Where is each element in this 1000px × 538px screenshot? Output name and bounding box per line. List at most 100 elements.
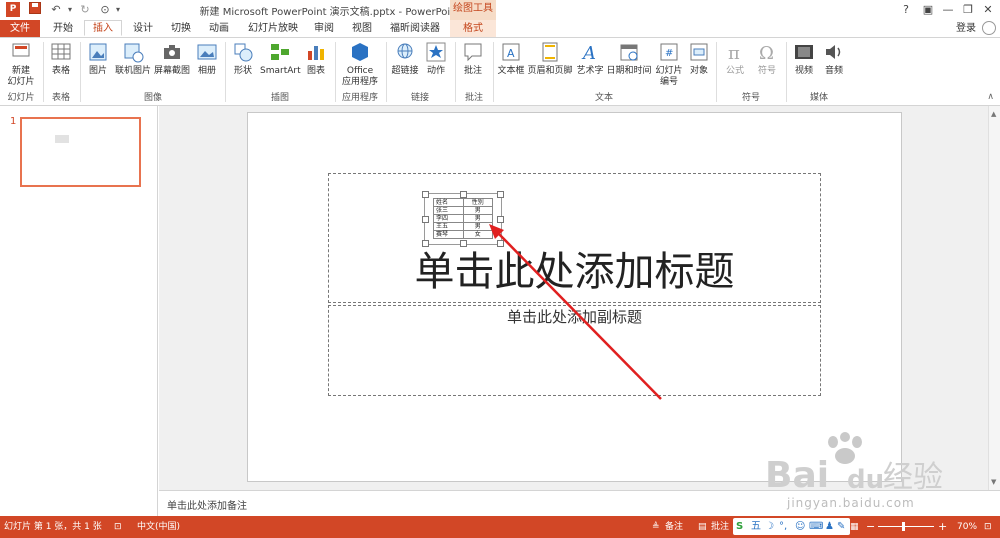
account-avatar[interactable]: [982, 21, 996, 35]
group-label-slides: 幻灯片: [7, 93, 35, 103]
ime-keyboard-icon[interactable]: ⌨: [809, 518, 823, 535]
chart-button[interactable]: 图表: [302, 41, 330, 77]
equation-button[interactable]: π 公式: [720, 41, 750, 77]
group-label-comments: 批注: [464, 93, 483, 103]
new-slide-button[interactable]: 新建 幻灯片: [4, 41, 38, 88]
ime-tools-icon[interactable]: ✎: [837, 518, 845, 535]
smartart-button[interactable]: SmartArt: [260, 41, 301, 77]
restore-button[interactable]: ❐: [958, 2, 978, 18]
ime-moon-icon[interactable]: ☽: [765, 518, 774, 535]
zoom-out-button[interactable]: −: [866, 516, 875, 538]
sign-in-link[interactable]: 登录: [956, 20, 976, 37]
photo-album-button[interactable]: 相册: [192, 41, 222, 77]
calendar-icon: [620, 44, 638, 61]
divider: [786, 42, 787, 102]
annotation-arrow: [489, 224, 662, 400]
group-label-links: 链接: [410, 93, 429, 103]
notes-toggle-button[interactable]: 备注: [665, 516, 683, 538]
ime-logo-icon[interactable]: S: [736, 518, 743, 535]
group-label-symbols: 符号: [741, 93, 760, 103]
object-button[interactable]: 对象: [686, 41, 712, 77]
audio-button[interactable]: 音频: [820, 41, 848, 77]
scroll-up-icon[interactable]: ▲: [991, 110, 996, 118]
tab-view[interactable]: 视图: [346, 20, 378, 37]
photo-album-icon: [197, 44, 217, 60]
tab-home[interactable]: 开始: [46, 20, 80, 37]
slide-sorter-icon[interactable]: ▦: [850, 516, 859, 538]
notes-placeholder: 单击此处添加备注: [167, 501, 247, 512]
tab-foxit-reader[interactable]: 福昕阅读器: [384, 20, 446, 37]
slide-thumbnail-panel: 1: [0, 106, 158, 516]
svg-text:A: A: [507, 47, 515, 60]
slide-number-button[interactable]: # 幻灯片 编号: [654, 41, 684, 88]
tab-animations[interactable]: 动画: [202, 20, 236, 37]
ribbon: 新建 幻灯片 幻灯片 表格 表格 图片 联机图片 屏幕截图 相册 图像 形状 S…: [0, 37, 1000, 106]
textbox-button[interactable]: A 文本框: [496, 41, 526, 77]
watermark-cn: 经验: [883, 460, 943, 495]
screenshot-button[interactable]: 屏幕截图: [154, 41, 190, 77]
hyperlink-button[interactable]: 超链接: [390, 41, 420, 77]
office-apps-button[interactable]: Office 应用程序: [338, 41, 382, 88]
watermark-brand: Bai: [765, 455, 830, 496]
ime-smile-icon[interactable]: ☺: [795, 518, 805, 535]
tab-review[interactable]: 审阅: [308, 20, 340, 37]
zoom-slider[interactable]: [878, 526, 934, 527]
status-bar: 幻灯片 第 1 张，共 1 张 ⊡ 中文(中国) ≜ 备注 ▤ 批注 S 五 ☽…: [0, 516, 1000, 538]
vertical-scrollbar[interactable]: ▲ ▼: [988, 106, 1000, 490]
collapse-ribbon-icon[interactable]: ∧: [987, 92, 994, 102]
context-group-label: 绘图工具: [450, 0, 496, 20]
group-label-images: 图像: [143, 93, 162, 103]
ime-user-icon[interactable]: ♟: [825, 518, 834, 535]
tab-file[interactable]: 文件: [0, 20, 40, 37]
group-label-illustrations: 插图: [270, 93, 289, 103]
svg-text:π: π: [728, 43, 740, 63]
comments-toggle-icon[interactable]: ▤: [698, 516, 707, 538]
close-button[interactable]: ✕: [978, 2, 998, 18]
wordart-icon: A: [581, 43, 596, 63]
smartart-icon: [271, 44, 289, 60]
help-button[interactable]: ?: [896, 2, 916, 18]
scroll-down-icon[interactable]: ▼: [991, 478, 996, 486]
watermark-url: jingyan.baidu.com: [787, 496, 915, 510]
table-button[interactable]: 表格: [46, 41, 76, 77]
video-button[interactable]: 视频: [790, 41, 818, 77]
object-icon: [690, 43, 708, 61]
shapes-button[interactable]: 形状: [228, 41, 258, 77]
fit-slide-icon[interactable]: ⊡: [984, 516, 992, 538]
slide-editing-area: 单击此处添加标题 单击此处添加副标题 姓名 性别 张三 男 李四 男 王五 男 …: [159, 106, 1000, 490]
language-indicator[interactable]: 中文(中国): [137, 516, 180, 538]
symbol-button[interactable]: Ω 符号: [752, 41, 782, 77]
shapes-icon: [234, 43, 253, 62]
new-slide-icon: [12, 43, 30, 57]
svg-text:#: #: [665, 48, 673, 59]
notes-toggle-icon[interactable]: ≜: [652, 516, 660, 538]
comments-toggle-button[interactable]: 批注: [711, 516, 729, 538]
ime-mode-icon[interactable]: 五: [751, 518, 761, 535]
tab-transitions[interactable]: 切换: [164, 20, 198, 37]
ime-punct-icon[interactable]: °,: [779, 518, 787, 535]
svg-text:A: A: [581, 43, 596, 63]
input-method-toolbar[interactable]: S 五 ☽ °, ☺ ⌨ ♟ ✎: [733, 518, 850, 535]
slide-thumbnail[interactable]: [20, 117, 141, 187]
slide-info: 幻灯片 第 1 张，共 1 张: [4, 522, 102, 532]
zoom-slider-thumb[interactable]: [902, 522, 905, 531]
svg-text:Ω: Ω: [759, 43, 774, 63]
comment-button[interactable]: 批注: [458, 41, 488, 77]
date-time-button[interactable]: 日期和时间: [606, 41, 652, 77]
zoom-level[interactable]: 70%: [957, 516, 977, 538]
pictures-button[interactable]: 图片: [84, 41, 112, 77]
ribbon-tabs: 文件 开始 插入 设计 切换 动画 幻灯片放映 审阅 视图 福昕阅读器 格式 登…: [0, 20, 1000, 37]
minimize-button[interactable]: —: [938, 2, 958, 18]
tab-insert[interactable]: 插入: [84, 20, 122, 36]
header-footer-button[interactable]: 页眉和页脚: [527, 41, 573, 77]
tab-format[interactable]: 格式: [450, 20, 496, 37]
action-button[interactable]: 动作: [422, 41, 450, 77]
wordart-button[interactable]: A 艺术字: [575, 41, 605, 77]
online-pictures-button[interactable]: 联机图片: [114, 41, 152, 77]
spell-check-icon[interactable]: ⊡: [114, 516, 122, 538]
ribbon-display-options-icon[interactable]: ▣: [918, 2, 938, 18]
table-icon: [51, 43, 71, 60]
tab-design[interactable]: 设计: [126, 20, 160, 37]
zoom-in-button[interactable]: +: [938, 516, 947, 538]
tab-slideshow[interactable]: 幻灯片放映: [242, 20, 304, 37]
